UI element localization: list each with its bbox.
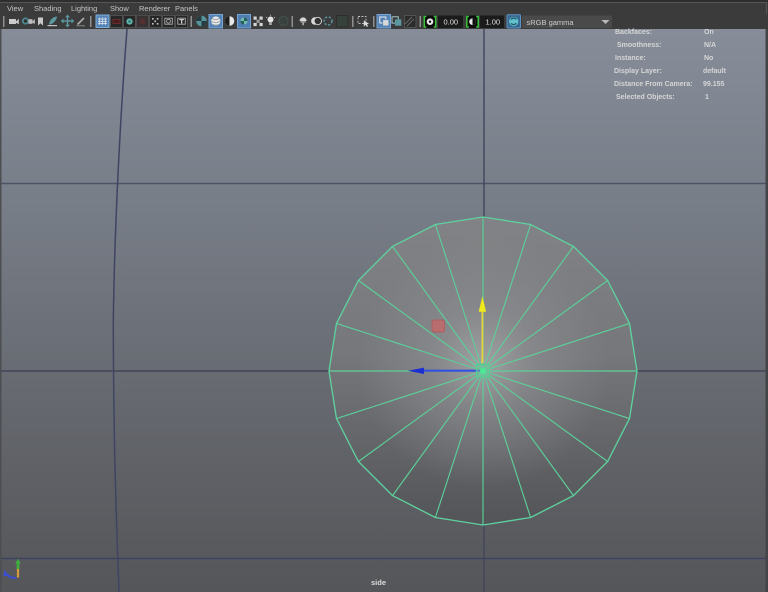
svg-text:0.00: 0.00 bbox=[444, 18, 459, 27]
svg-text:1.00: 1.00 bbox=[486, 18, 501, 27]
svg-text:sRGB gamma: sRGB gamma bbox=[527, 18, 575, 27]
